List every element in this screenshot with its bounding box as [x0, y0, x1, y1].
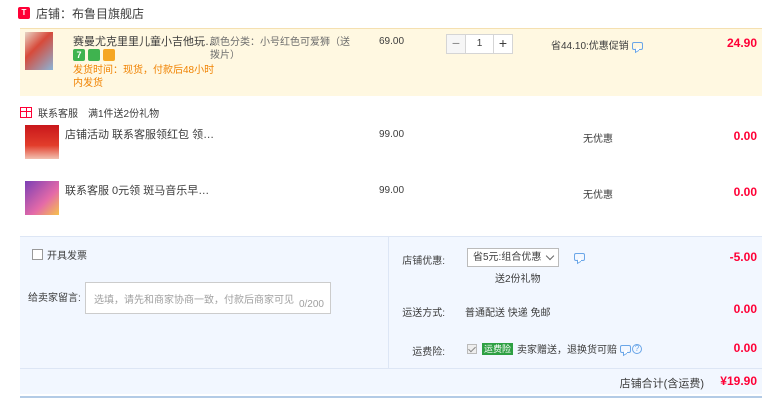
invoice-checkbox[interactable]: [32, 249, 43, 260]
order-item-row: 赛曼尤克里里儿童小吉他玩具可... 7 发货时间：现货，付款后48小时内发货 颜…: [20, 28, 762, 96]
seller-message-input[interactable]: 选填，请先和商家协商一致，付款后商家可见 0/200: [85, 282, 331, 314]
insurance-amount: 0.00: [733, 341, 757, 355]
shop-name-link[interactable]: 布鲁目旗舰店: [72, 5, 144, 22]
promo-text: 无优惠: [583, 190, 613, 201]
promo-info: 省44.10:优惠促销: [551, 37, 643, 52]
shipping-method: 普通配送 快递 免邮: [465, 308, 551, 319]
service-tags: 7: [73, 49, 115, 61]
product-title-link[interactable]: 联系客服 0元领 斑马音乐早教课: [65, 184, 215, 198]
coupon-select[interactable]: 省5元:组合优惠: [467, 248, 559, 267]
unit-price: 69.00: [379, 36, 405, 47]
invoice-label: 开具发票: [47, 251, 87, 262]
product-sku: 颜色分类：小号红色可爱狮（送拨片）: [210, 37, 350, 61]
product-thumbnail[interactable]: [25, 125, 59, 159]
insurance-label: 运费险:: [412, 347, 445, 358]
shop-header: T 店铺： 布鲁目旗舰店: [0, 0, 765, 26]
shipping-time-note: 发货时间：现货，付款后48小时内发货: [73, 65, 215, 89]
unit-price: 99.00: [379, 129, 405, 140]
coupon-label: 店铺优惠:: [402, 256, 445, 267]
item-subtotal: 0.00: [733, 185, 757, 199]
gift-description: 满1件送2份礼物: [88, 108, 160, 120]
chat-bubble-icon[interactable]: [620, 344, 632, 353]
tmall-logo-icon: T: [18, 7, 30, 19]
divider: [20, 396, 762, 398]
invoice-option[interactable]: 开具发票: [32, 247, 87, 262]
promo-text: 无优惠: [583, 134, 613, 145]
promo-text: 省44.10:优惠促销: [551, 41, 629, 52]
item-subtotal: 0.00: [733, 129, 757, 143]
shield-icon[interactable]: [88, 49, 100, 61]
card-icon[interactable]: [103, 49, 115, 61]
product-thumbnail[interactable]: [25, 32, 53, 70]
insurance-option: 运费险 卖家赠送，退换货可赔 ?: [467, 341, 643, 356]
quantity-stepper: − 1 +: [446, 34, 513, 54]
quantity-input[interactable]: 1: [466, 34, 493, 54]
gift-item-row: 店铺活动 联系客服领红包 领早... 99.00 无优惠 0.00: [20, 122, 762, 172]
shipping-label: 运送方式:: [402, 308, 445, 319]
order-options-panel: 开具发票 给卖家留言: 选填，请先和商家协商一致，付款后商家可见 0/200 店…: [20, 236, 762, 369]
shop-total-value: ¥19.90: [720, 374, 757, 388]
gift-title: 联系客服: [38, 108, 78, 120]
item-subtotal: 24.90: [726, 36, 757, 50]
gift-item-row: 联系客服 0元领 斑马音乐早教课 99.00 无优惠 0.00: [20, 178, 762, 228]
shop-total-label: 店铺合计(含运费): [619, 378, 704, 390]
message-label: 给卖家留言:: [28, 293, 81, 304]
coupon-selected-value: 省5元:组合优惠: [473, 252, 542, 263]
chat-bubble-icon[interactable]: [574, 253, 585, 261]
quantity-decrease-button[interactable]: −: [446, 34, 466, 54]
chat-bubble-icon[interactable]: [631, 42, 643, 51]
unit-price: 99.00: [379, 185, 405, 196]
insurance-description: 卖家赠送，退换货可赔: [517, 345, 618, 356]
quantity-increase-button[interactable]: +: [493, 34, 513, 54]
message-char-count: 0/200: [298, 299, 324, 310]
coupon-gift-note: 送2份礼物: [495, 274, 541, 285]
question-icon[interactable]: ?: [632, 343, 643, 354]
shop-label: 店铺：: [36, 6, 73, 21]
insurance-badge: 运费险: [482, 342, 514, 355]
product-title-link[interactable]: 店铺活动 联系客服领红包 领早...: [65, 128, 215, 142]
insurance-checkbox: [467, 343, 477, 354]
shop-total-row: 店铺合计(含运费) ¥19.90: [20, 368, 762, 394]
message-placeholder: 选填，请先和商家协商一致，付款后商家可见: [94, 295, 294, 306]
product-thumbnail[interactable]: [25, 181, 59, 215]
seven-day-return-icon[interactable]: 7: [73, 49, 85, 61]
shipping-amount: 0.00: [733, 302, 757, 316]
gift-icon: [20, 106, 32, 118]
chevron-down-icon: [545, 251, 555, 261]
gift-header: 联系客服 满1件送2份礼物: [20, 104, 159, 120]
coupon-amount: -5.00: [729, 250, 757, 264]
product-title-link[interactable]: 赛曼尤克里里儿童小吉他玩具可...: [73, 35, 223, 49]
